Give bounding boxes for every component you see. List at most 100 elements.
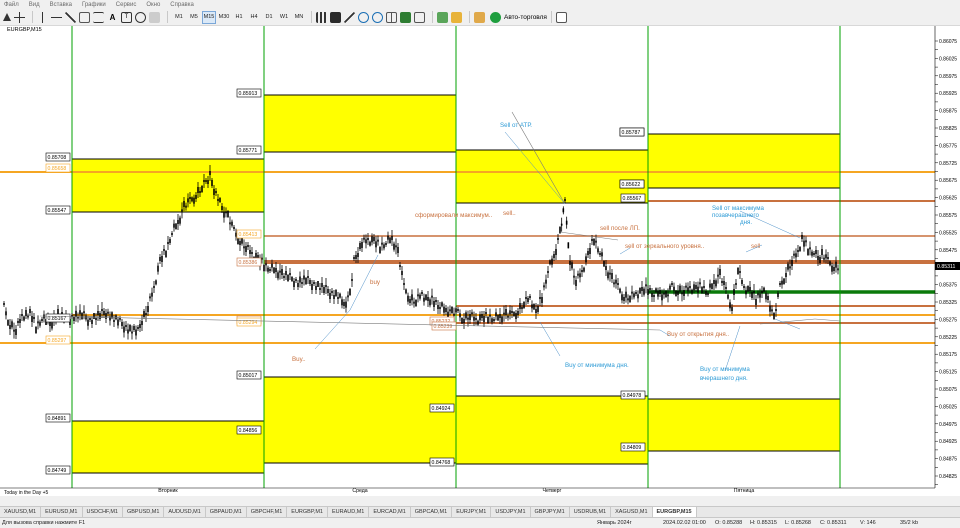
channel-icon[interactable]: [79, 11, 90, 23]
chart-tab[interactable]: EURUSD,M1: [41, 507, 83, 517]
vertical-line-icon[interactable]: [37, 11, 48, 23]
candle-body: [517, 311, 519, 315]
timeframe-d1[interactable]: D1: [262, 11, 276, 24]
horizontal-line-icon[interactable]: [51, 11, 62, 23]
candle-body: [415, 300, 417, 306]
menu-item-1[interactable]: Вид: [29, 2, 40, 8]
candle-body: [211, 180, 213, 186]
toolbar: A T M1 M5 M15 M30 H1 H4 D1 W1 MN Авто-торговля: [0, 9, 960, 26]
chart-annotation[interactable]: Buy..: [292, 356, 306, 363]
zoom-out-icon[interactable]: [372, 11, 383, 23]
tile-windows-icon[interactable]: [386, 11, 397, 23]
label-icon[interactable]: T: [121, 11, 132, 23]
candle-body: [377, 239, 379, 242]
chart-tab[interactable]: EURJPY,M1: [452, 507, 492, 517]
chart-line-icon[interactable]: [344, 11, 355, 23]
candle-body: [697, 286, 699, 293]
chart-tab[interactable]: GBPAUD,M1: [206, 507, 247, 517]
timeframe-m1[interactable]: M1: [172, 11, 186, 24]
templates-icon[interactable]: [451, 11, 462, 23]
trendline-icon[interactable]: [65, 11, 76, 23]
candle-body: [469, 314, 471, 320]
candle-body: [319, 288, 321, 290]
chart-tab[interactable]: XAUUSD,M1: [0, 507, 42, 517]
chart-tab[interactable]: USDJPY,M1: [491, 507, 531, 517]
timeframe-w1[interactable]: W1: [277, 11, 291, 24]
chart-tab[interactable]: GBPJPY,M1: [531, 507, 570, 517]
chart-annotation[interactable]: позавчерашнего: [712, 212, 759, 219]
candle-body: [535, 309, 537, 313]
menu-item-5[interactable]: Окно: [146, 2, 160, 8]
timeframe-m5[interactable]: M5: [187, 11, 201, 24]
menu-item-0[interactable]: Файл: [4, 2, 19, 8]
autotrade-button[interactable]: Авто-торговля: [490, 11, 547, 23]
chart-annotation[interactable]: sell от зеркального уровня..: [625, 243, 704, 250]
chart-tab[interactable]: EURGBP,M1: [287, 507, 328, 517]
menu-item-2[interactable]: Вставка: [50, 2, 72, 8]
chart-tab[interactable]: XAGUSD,M1: [611, 507, 653, 517]
chart-annotation[interactable]: дня.: [740, 219, 752, 226]
shapes-icon[interactable]: [135, 11, 146, 23]
timeframe-m15[interactable]: M15: [202, 10, 216, 24]
chart-annotation[interactable]: Sell от АТР.: [500, 122, 532, 129]
indicators-icon[interactable]: [437, 11, 448, 23]
text-icon[interactable]: A: [107, 12, 118, 23]
metaeditor-icon[interactable]: [474, 11, 485, 23]
chart-annotation[interactable]: Sell от максимума: [712, 205, 765, 212]
chart-tab[interactable]: USDCHF,M1: [83, 507, 123, 517]
menu-item-6[interactable]: Справка: [170, 2, 194, 8]
candle-body: [651, 293, 653, 297]
candle-body: [405, 289, 407, 294]
candle-body: [829, 261, 831, 266]
menu-item-4[interactable]: Сервис: [116, 2, 137, 8]
crosshair-icon[interactable]: [14, 11, 25, 23]
new-order-icon[interactable]: [555, 11, 567, 23]
chart-annotation[interactable]: сформировали максимум..: [415, 212, 492, 219]
chart-tab[interactable]: GBPUSD,M1: [123, 507, 165, 517]
chart-tab[interactable]: GBPCAD,M1: [411, 507, 453, 517]
candle-body: [699, 282, 701, 285]
timeframe-h1[interactable]: H1: [232, 11, 246, 24]
level-price-text: 0.85167: [48, 316, 67, 322]
candle-body: [331, 291, 333, 293]
cursor-icon[interactable]: [3, 13, 11, 21]
arrows-icon[interactable]: [149, 11, 160, 23]
menu-item-3[interactable]: Графики: [82, 2, 106, 8]
price-tick-label: 0.86025: [939, 56, 957, 62]
chart-tab[interactable]: EURGBP,M15: [652, 507, 697, 517]
chart-shift-icon[interactable]: [414, 11, 425, 23]
chart-annotation[interactable]: sell..: [503, 210, 516, 217]
candle-body: [745, 290, 747, 295]
chart-tab[interactable]: GBPCHF,M1: [247, 507, 288, 517]
chart-annotation[interactable]: buy: [370, 279, 381, 286]
chart-annotation[interactable]: Buy от открытия дня..: [667, 331, 729, 338]
chart-bars-icon[interactable]: [316, 11, 327, 23]
chart-annotation[interactable]: Buy от минимума: [700, 366, 750, 373]
chart-candles-icon[interactable]: [330, 11, 341, 23]
candle-body: [407, 295, 409, 302]
timeframe-m30[interactable]: M30: [217, 11, 231, 24]
chart-annotation[interactable]: вчерашнего дня.: [700, 375, 748, 382]
candle-body: [291, 277, 293, 281]
candle-body: [31, 316, 33, 322]
chart-annotation[interactable]: sell после ЛП.: [600, 225, 640, 232]
fibonacci-icon[interactable]: [93, 11, 104, 23]
candle-body: [737, 268, 739, 274]
autoscroll-icon[interactable]: [400, 11, 411, 23]
chart-tab[interactable]: EURCAD,M1: [369, 507, 411, 517]
candle-body: [381, 242, 383, 245]
chart-tab[interactable]: USDRUB,M1: [570, 507, 612, 517]
candle-body: [473, 316, 475, 321]
timeframe-h4[interactable]: H4: [247, 11, 261, 24]
candle-body: [327, 289, 329, 293]
timeframe-mn[interactable]: MN: [292, 11, 306, 24]
candle-body: [165, 251, 167, 257]
candle-body: [171, 233, 173, 235]
price-tick-label: 0.85175: [939, 352, 957, 358]
chart-annotation[interactable]: Buy от минимума дня.: [565, 362, 629, 369]
chart-tab[interactable]: AUDUSD,M1: [164, 507, 206, 517]
chart-tab[interactable]: EURAUD,M1: [328, 507, 370, 517]
candle-body: [349, 289, 351, 295]
price-chart[interactable]: 0.85708 0.85658 0.85547 0.85913 0.85771 0.854…: [0, 26, 960, 496]
zoom-in-icon[interactable]: [358, 11, 369, 23]
